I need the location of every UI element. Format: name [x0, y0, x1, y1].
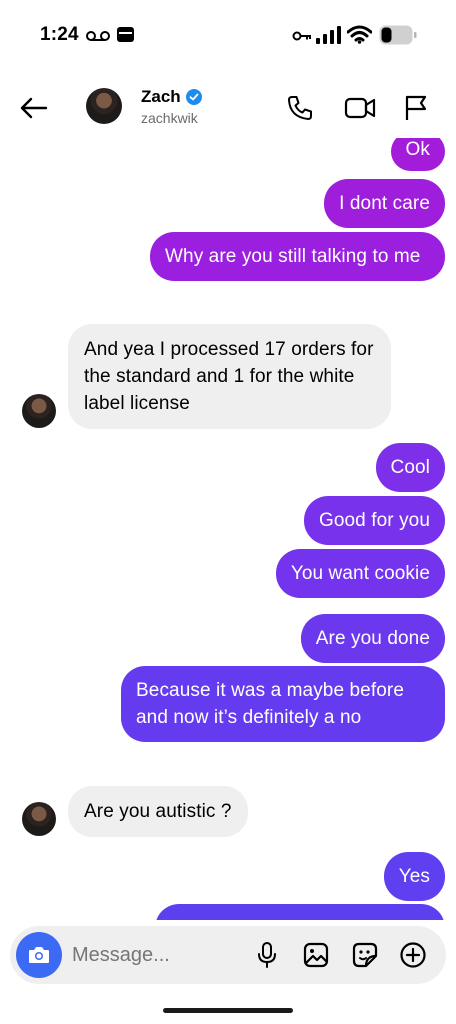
report-button[interactable]: [398, 90, 434, 126]
contact-name-row[interactable]: Zach: [141, 87, 202, 107]
message-bubble-outgoing[interactable]: I dont care: [324, 179, 445, 228]
voice-call-button[interactable]: [282, 90, 318, 126]
gallery-icon: [303, 942, 329, 968]
message-bubble-outgoing[interactable]: You want cookie: [275, 549, 445, 598]
verified-badge-icon: [185, 89, 202, 105]
sticker-icon: [352, 942, 378, 968]
video-icon: [344, 97, 376, 119]
contact-name: Zach: [141, 87, 181, 106]
camera-button[interactable]: [16, 932, 62, 978]
back-arrow-icon: [20, 97, 48, 119]
sender-avatar[interactable]: [22, 394, 56, 428]
message-bubble-outgoing[interactable]: Good for you: [303, 496, 445, 545]
camera-icon: [29, 947, 49, 963]
wallet-icon: [117, 27, 134, 42]
phone-icon: [288, 96, 312, 120]
back-button[interactable]: [16, 90, 52, 126]
message-bubble-incoming[interactable]: And yea I processed 17 orders for the st…: [68, 324, 391, 429]
contact-avatar[interactable]: [86, 88, 122, 124]
more-options-button[interactable]: [397, 939, 429, 971]
sender-avatar[interactable]: [22, 802, 56, 836]
voicemail-icon: [86, 31, 110, 41]
signal-icon: [316, 26, 341, 44]
chat-header: Zach zachkwik: [0, 78, 456, 138]
message-composer: [10, 926, 446, 984]
key-icon: [292, 31, 311, 41]
add-icon: [400, 942, 426, 968]
message-bubble-outgoing[interactable]: Yes: [383, 852, 445, 901]
status-time: 1:24: [40, 24, 79, 45]
contact-handle: zachkwik: [141, 110, 198, 126]
message-bubble-outgoing[interactable]: If you dislike me ... so be it: [155, 904, 445, 920]
home-indicator[interactable]: [163, 1008, 293, 1013]
voice-message-button[interactable]: [251, 939, 283, 971]
battery-icon: [379, 25, 417, 45]
status-bar: 1:24: [0, 0, 456, 70]
message-bubble-outgoing[interactable]: Are you done: [300, 614, 445, 663]
wifi-icon: [347, 25, 372, 44]
message-bubble-outgoing[interactable]: Cool: [375, 443, 445, 492]
message-bubble-outgoing[interactable]: Ok: [390, 138, 445, 171]
microphone-icon: [258, 942, 276, 968]
message-thread[interactable]: Ok I dont care Why are you still talking…: [0, 138, 456, 920]
message-bubble-outgoing[interactable]: Why are you still talking to me: [150, 232, 445, 281]
message-input[interactable]: [72, 940, 232, 970]
sticker-button[interactable]: [349, 939, 381, 971]
message-bubble-incoming[interactable]: Are you autistic ?: [68, 786, 248, 837]
video-call-button[interactable]: [340, 90, 380, 126]
gallery-button[interactable]: [300, 939, 332, 971]
flag-icon: [405, 95, 427, 120]
message-bubble-outgoing[interactable]: Because it was a maybe before and now it…: [121, 666, 445, 742]
